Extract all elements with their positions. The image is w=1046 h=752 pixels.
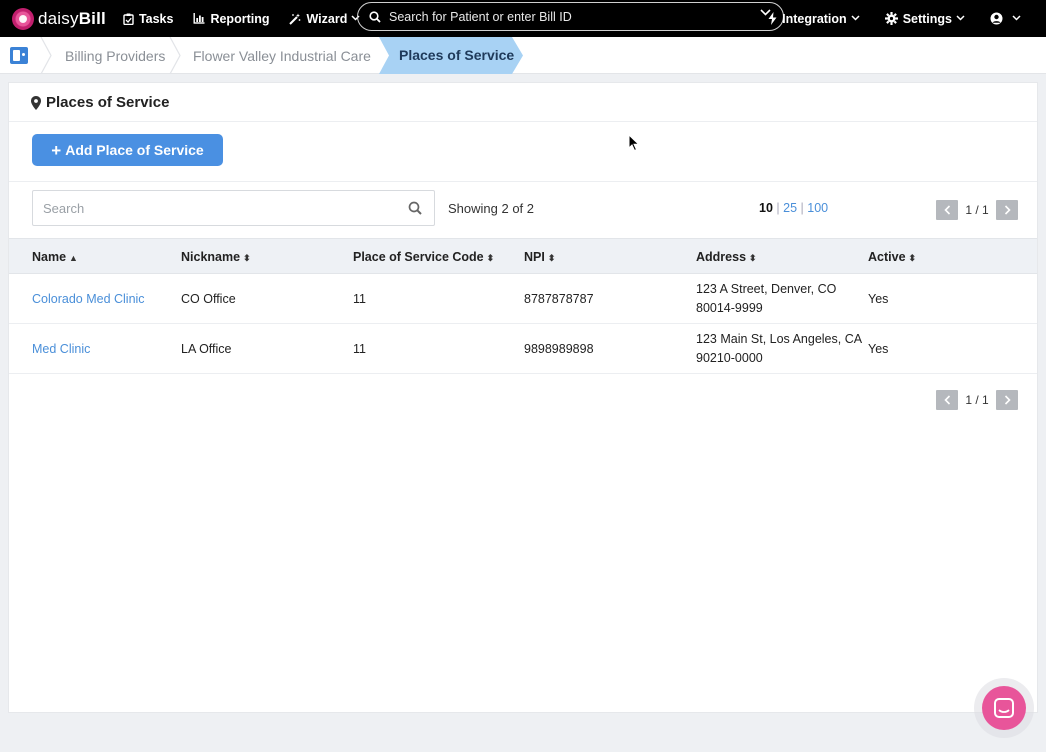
mouse-cursor-icon — [628, 134, 640, 152]
breadcrumb-item-provider[interactable]: Flower Valley Industrial Care — [193, 37, 371, 74]
page-title-text: Places of Service — [46, 94, 170, 111]
page-size-current[interactable]: 10 — [759, 201, 773, 215]
breadcrumb-item-active: Places of Service — [379, 37, 524, 74]
prev-page-button[interactable] — [936, 200, 958, 220]
breadcrumb-active-label: Places of Service — [399, 47, 515, 63]
add-button-label: Add Place of Service — [65, 142, 204, 158]
active-cell: Yes — [868, 342, 889, 356]
place-name-link[interactable]: Med Clinic — [32, 342, 90, 356]
clipboard-check-icon — [123, 13, 134, 25]
global-search-input[interactable]: Search for Patient or enter Bill ID — [357, 2, 784, 31]
nickname-cell: CO Office — [181, 292, 236, 306]
nav-tasks[interactable]: Tasks — [123, 11, 174, 26]
sort-icon: ⬍ — [486, 253, 495, 263]
code-cell: 11 — [353, 292, 366, 306]
sort-icon: ⬍ — [749, 253, 757, 263]
user-menu[interactable] — [990, 12, 1026, 25]
code-cell: 11 — [353, 342, 366, 356]
search-icon[interactable] — [408, 201, 422, 215]
divider — [9, 181, 1037, 182]
npi-cell: 8787878787 — [524, 292, 594, 306]
app-logo[interactable]: daisyBill — [12, 7, 106, 30]
add-place-of-service-button[interactable]: + Add Place of Service — [32, 134, 223, 166]
sort-asc-icon: ▲ — [69, 253, 78, 263]
top-nav: daisyBill Tasks Reporting Wizard Search … — [0, 0, 1046, 37]
column-header-nickname[interactable]: Nickname ⬍ — [181, 250, 251, 264]
place-name-link[interactable]: Colorado Med Clinic — [32, 292, 145, 306]
pager-bottom: 1 / 1 — [936, 389, 1018, 411]
map-marker-icon — [31, 95, 41, 110]
page-title: Places of Service — [31, 94, 169, 111]
column-header-address[interactable]: Address ⬍ — [696, 250, 757, 264]
table-header: Name ▲ Nickname ⬍ Place of Service Code ⬍ N… — [9, 238, 1037, 274]
divider — [9, 121, 1037, 122]
user-circle-icon — [990, 12, 1003, 25]
magic-wand-icon — [289, 13, 301, 25]
page-size-option-25[interactable]: 25 — [783, 201, 797, 215]
breadcrumb: Billing Providers Flower Valley Industri… — [0, 37, 1046, 74]
table-search — [32, 190, 435, 226]
showing-count: Showing 2 of 2 — [448, 201, 535, 216]
prev-page-button[interactable] — [936, 390, 958, 410]
nav-integration-label: Integration — [782, 11, 847, 26]
chat-icon — [994, 698, 1014, 718]
chevron-right-icon — [1004, 395, 1011, 405]
sort-icon: ⬍ — [547, 253, 556, 263]
nav-settings[interactable]: Settings — [884, 11, 970, 26]
page-size-option-100[interactable]: 100 — [807, 201, 828, 215]
chevron-down-icon — [956, 14, 965, 21]
table-search-input[interactable] — [33, 191, 393, 225]
column-header-name[interactable]: Name ▲ — [32, 250, 78, 264]
page-size-selector: 10 | 25 | 100 — [759, 201, 828, 215]
column-header-npi[interactable]: NPI ⬍ — [524, 250, 555, 264]
active-cell: Yes — [868, 292, 889, 306]
bolt-icon — [768, 12, 777, 25]
next-page-button[interactable] — [996, 200, 1018, 220]
chevron-left-icon — [943, 395, 950, 405]
address-cell: 123 A Street, Denver, CO 80014-9999 — [696, 282, 837, 315]
breadcrumb-item-billing-providers[interactable]: Billing Providers — [65, 37, 165, 74]
column-header-active[interactable]: Active ⬍ — [868, 250, 916, 264]
search-icon — [369, 10, 381, 23]
provider-home-icon[interactable] — [10, 47, 28, 64]
nav-integration[interactable]: Integration — [768, 12, 865, 26]
breadcrumb-separator — [40, 37, 52, 74]
global-search-placeholder: Search for Patient or enter Bill ID — [389, 9, 572, 24]
daisy-logo-icon — [12, 7, 34, 30]
page-indicator: 1 / 1 — [965, 393, 989, 407]
logo-text: daisyBill — [38, 8, 106, 28]
breadcrumb-separator — [169, 37, 181, 74]
nav-reporting[interactable]: Reporting — [193, 12, 269, 26]
gear-icon — [884, 12, 898, 25]
chevron-left-icon — [943, 205, 950, 215]
nav-tasks-label: Tasks — [138, 11, 174, 26]
chevron-down-icon — [1012, 14, 1021, 21]
page-indicator: 1 / 1 — [965, 203, 989, 217]
sort-icon: ⬍ — [243, 253, 251, 263]
npi-cell: 9898989898 — [524, 342, 594, 356]
next-page-button[interactable] — [996, 390, 1018, 410]
chevron-down-icon — [851, 14, 860, 21]
places-of-service-card: Places of Service + Add Place of Service… — [8, 82, 1038, 713]
chat-launcher-button[interactable] — [982, 686, 1026, 730]
table-row: Colorado Med Clinic CO Office 11 8787878… — [9, 274, 1037, 324]
plus-icon: + — [51, 140, 62, 160]
sort-icon: ⬍ — [908, 253, 917, 263]
column-header-code[interactable]: Place of Service Code ⬍ — [353, 250, 494, 264]
nickname-cell: LA Office — [181, 342, 232, 356]
nav-settings-label: Settings — [902, 11, 952, 26]
chevron-right-icon — [1004, 205, 1011, 215]
bar-chart-icon — [193, 13, 205, 24]
table-row: Med Clinic LA Office 11 9898989898 123 M… — [9, 324, 1037, 374]
pager-top: 1 / 1 — [936, 199, 1018, 221]
nav-wizard[interactable]: Wizard — [289, 12, 365, 26]
nav-reporting-label: Reporting — [210, 11, 270, 26]
address-cell: 123 Main St, Los Angeles, CA 90210-0000 — [696, 332, 863, 365]
nav-wizard-label: Wizard — [306, 11, 348, 26]
